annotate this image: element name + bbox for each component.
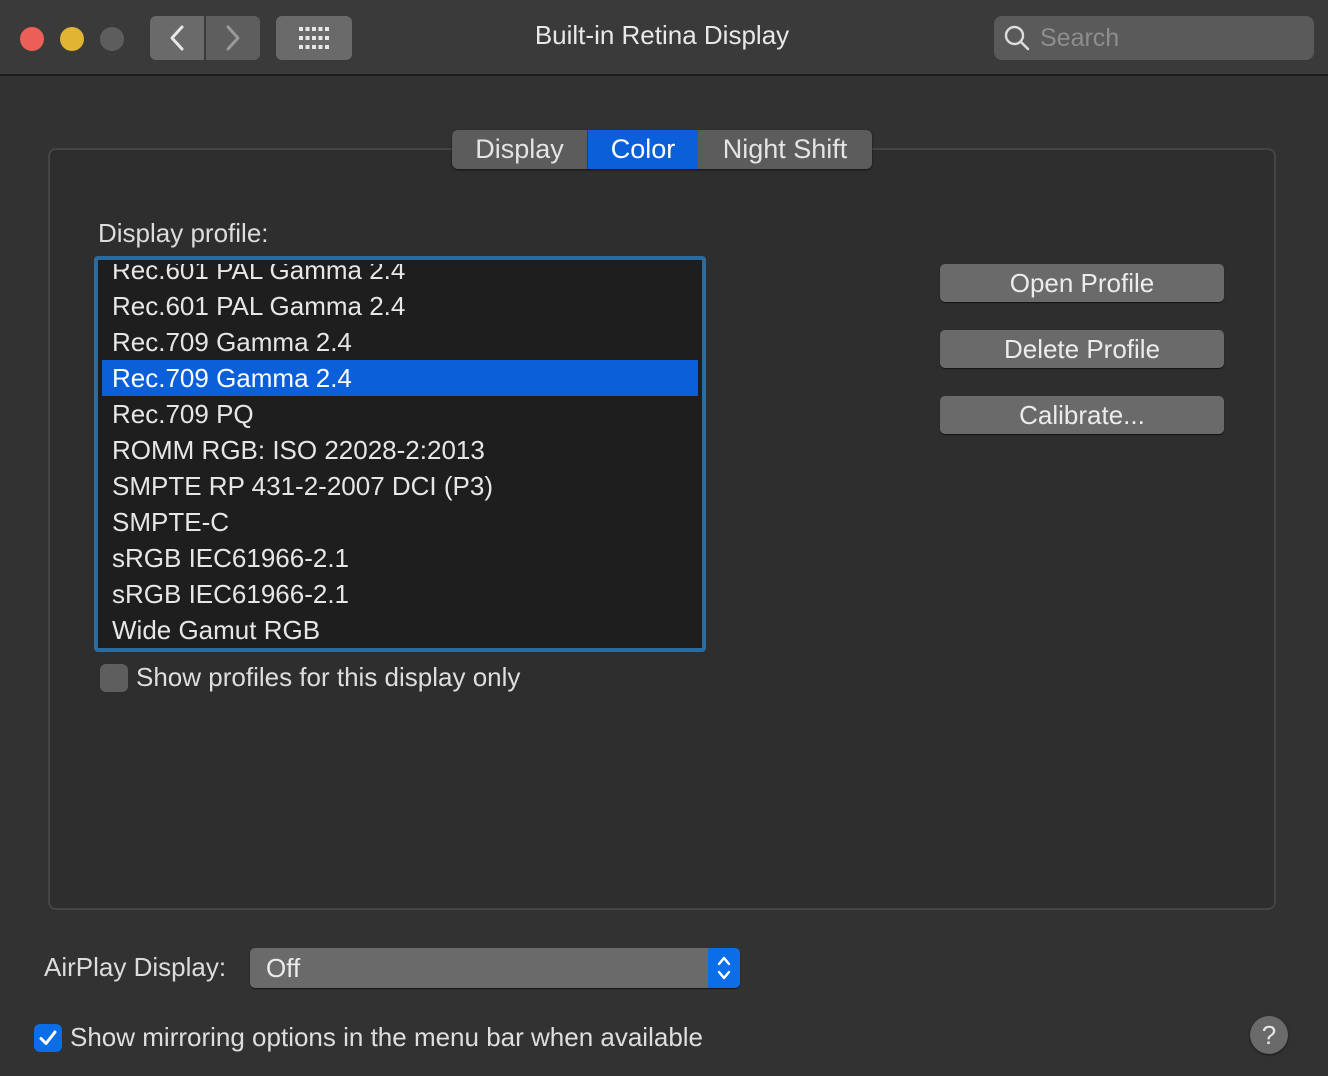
list-item[interactable]: Rec.709 Gamma 2.4 — [102, 324, 698, 360]
list-item[interactable]: Rec.601 PAL Gamma 2.4 — [102, 264, 698, 288]
popup-stepper — [708, 948, 740, 988]
delete-profile-button[interactable]: Delete Profile — [940, 330, 1224, 368]
mirroring-checkbox[interactable] — [34, 1023, 62, 1052]
search-icon — [1004, 25, 1030, 51]
list-item[interactable]: sRGB IEC61966-2.1 — [102, 540, 698, 576]
help-button[interactable]: ? — [1250, 1016, 1288, 1054]
pane-tabs: Display Color Night Shift — [452, 130, 872, 169]
list-item[interactable]: Wide Gamut RGB — [102, 612, 698, 644]
minimize-window-button[interactable] — [60, 27, 84, 51]
list-item[interactable]: Rec.601 PAL Gamma 2.4 — [102, 288, 698, 324]
calibrate-button[interactable]: Calibrate... — [940, 396, 1224, 434]
list-item[interactable]: SMPTE RP 431-2-2007 DCI (P3) — [102, 468, 698, 504]
mirroring-label: Show mirroring options in the menu bar w… — [70, 1022, 704, 1052]
chevron-left-icon — [170, 25, 184, 51]
title-bar: Built-in Retina Display — [0, 0, 1328, 76]
list-item[interactable]: SMPTE-C — [102, 504, 698, 540]
window-title: Built-in Retina Display — [534, 20, 790, 50]
up-down-chevron-icon — [717, 956, 731, 980]
search-input[interactable] — [1038, 22, 1298, 54]
checkmark-icon — [39, 1030, 57, 1045]
list-item[interactable]: ROMM RGB: ISO 22028-2:2013 — [102, 432, 698, 468]
chevron-right-icon — [226, 25, 240, 51]
display-profile-label: Display profile: — [98, 218, 269, 248]
show-profiles-checkbox[interactable] — [100, 663, 128, 692]
mirroring-option: Show mirroring options in the menu bar w… — [34, 1022, 703, 1053]
close-window-button[interactable] — [20, 27, 44, 51]
show-all-button[interactable] — [276, 16, 352, 60]
airplay-display-label: AirPlay Display: — [44, 952, 227, 982]
back-button[interactable] — [150, 16, 204, 60]
list-item-selected[interactable]: Rec.709 Gamma 2.4 — [102, 360, 698, 396]
profile-list-items: Rec.601 PAL Gamma 2.4 Rec.601 PAL Gamma … — [102, 264, 698, 644]
tab-color[interactable]: Color — [588, 130, 698, 169]
zoom-window-button — [100, 27, 124, 51]
search-field[interactable] — [994, 16, 1314, 60]
list-item[interactable]: sRGB IEC61966-2.1 — [102, 576, 698, 612]
tab-display[interactable]: Display — [452, 130, 588, 169]
show-profiles-option: Show profiles for this display only — [100, 662, 520, 693]
navigation-buttons — [150, 16, 260, 60]
airplay-selected-value: Off — [266, 953, 301, 983]
airplay-display-select[interactable]: Off — [250, 948, 740, 988]
show-profiles-label: Show profiles for this display only — [136, 662, 521, 692]
open-profile-button[interactable]: Open Profile — [940, 264, 1224, 302]
list-item[interactable]: Rec.709 PQ — [102, 396, 698, 432]
display-profile-list[interactable]: Rec.601 PAL Gamma 2.4 Rec.601 PAL Gamma … — [94, 256, 706, 652]
forward-button[interactable] — [206, 16, 260, 60]
tab-night-shift[interactable]: Night Shift — [698, 130, 872, 169]
grid-icon — [299, 27, 329, 49]
profile-list-viewport: Rec.601 PAL Gamma 2.4 Rec.601 PAL Gamma … — [102, 264, 698, 644]
